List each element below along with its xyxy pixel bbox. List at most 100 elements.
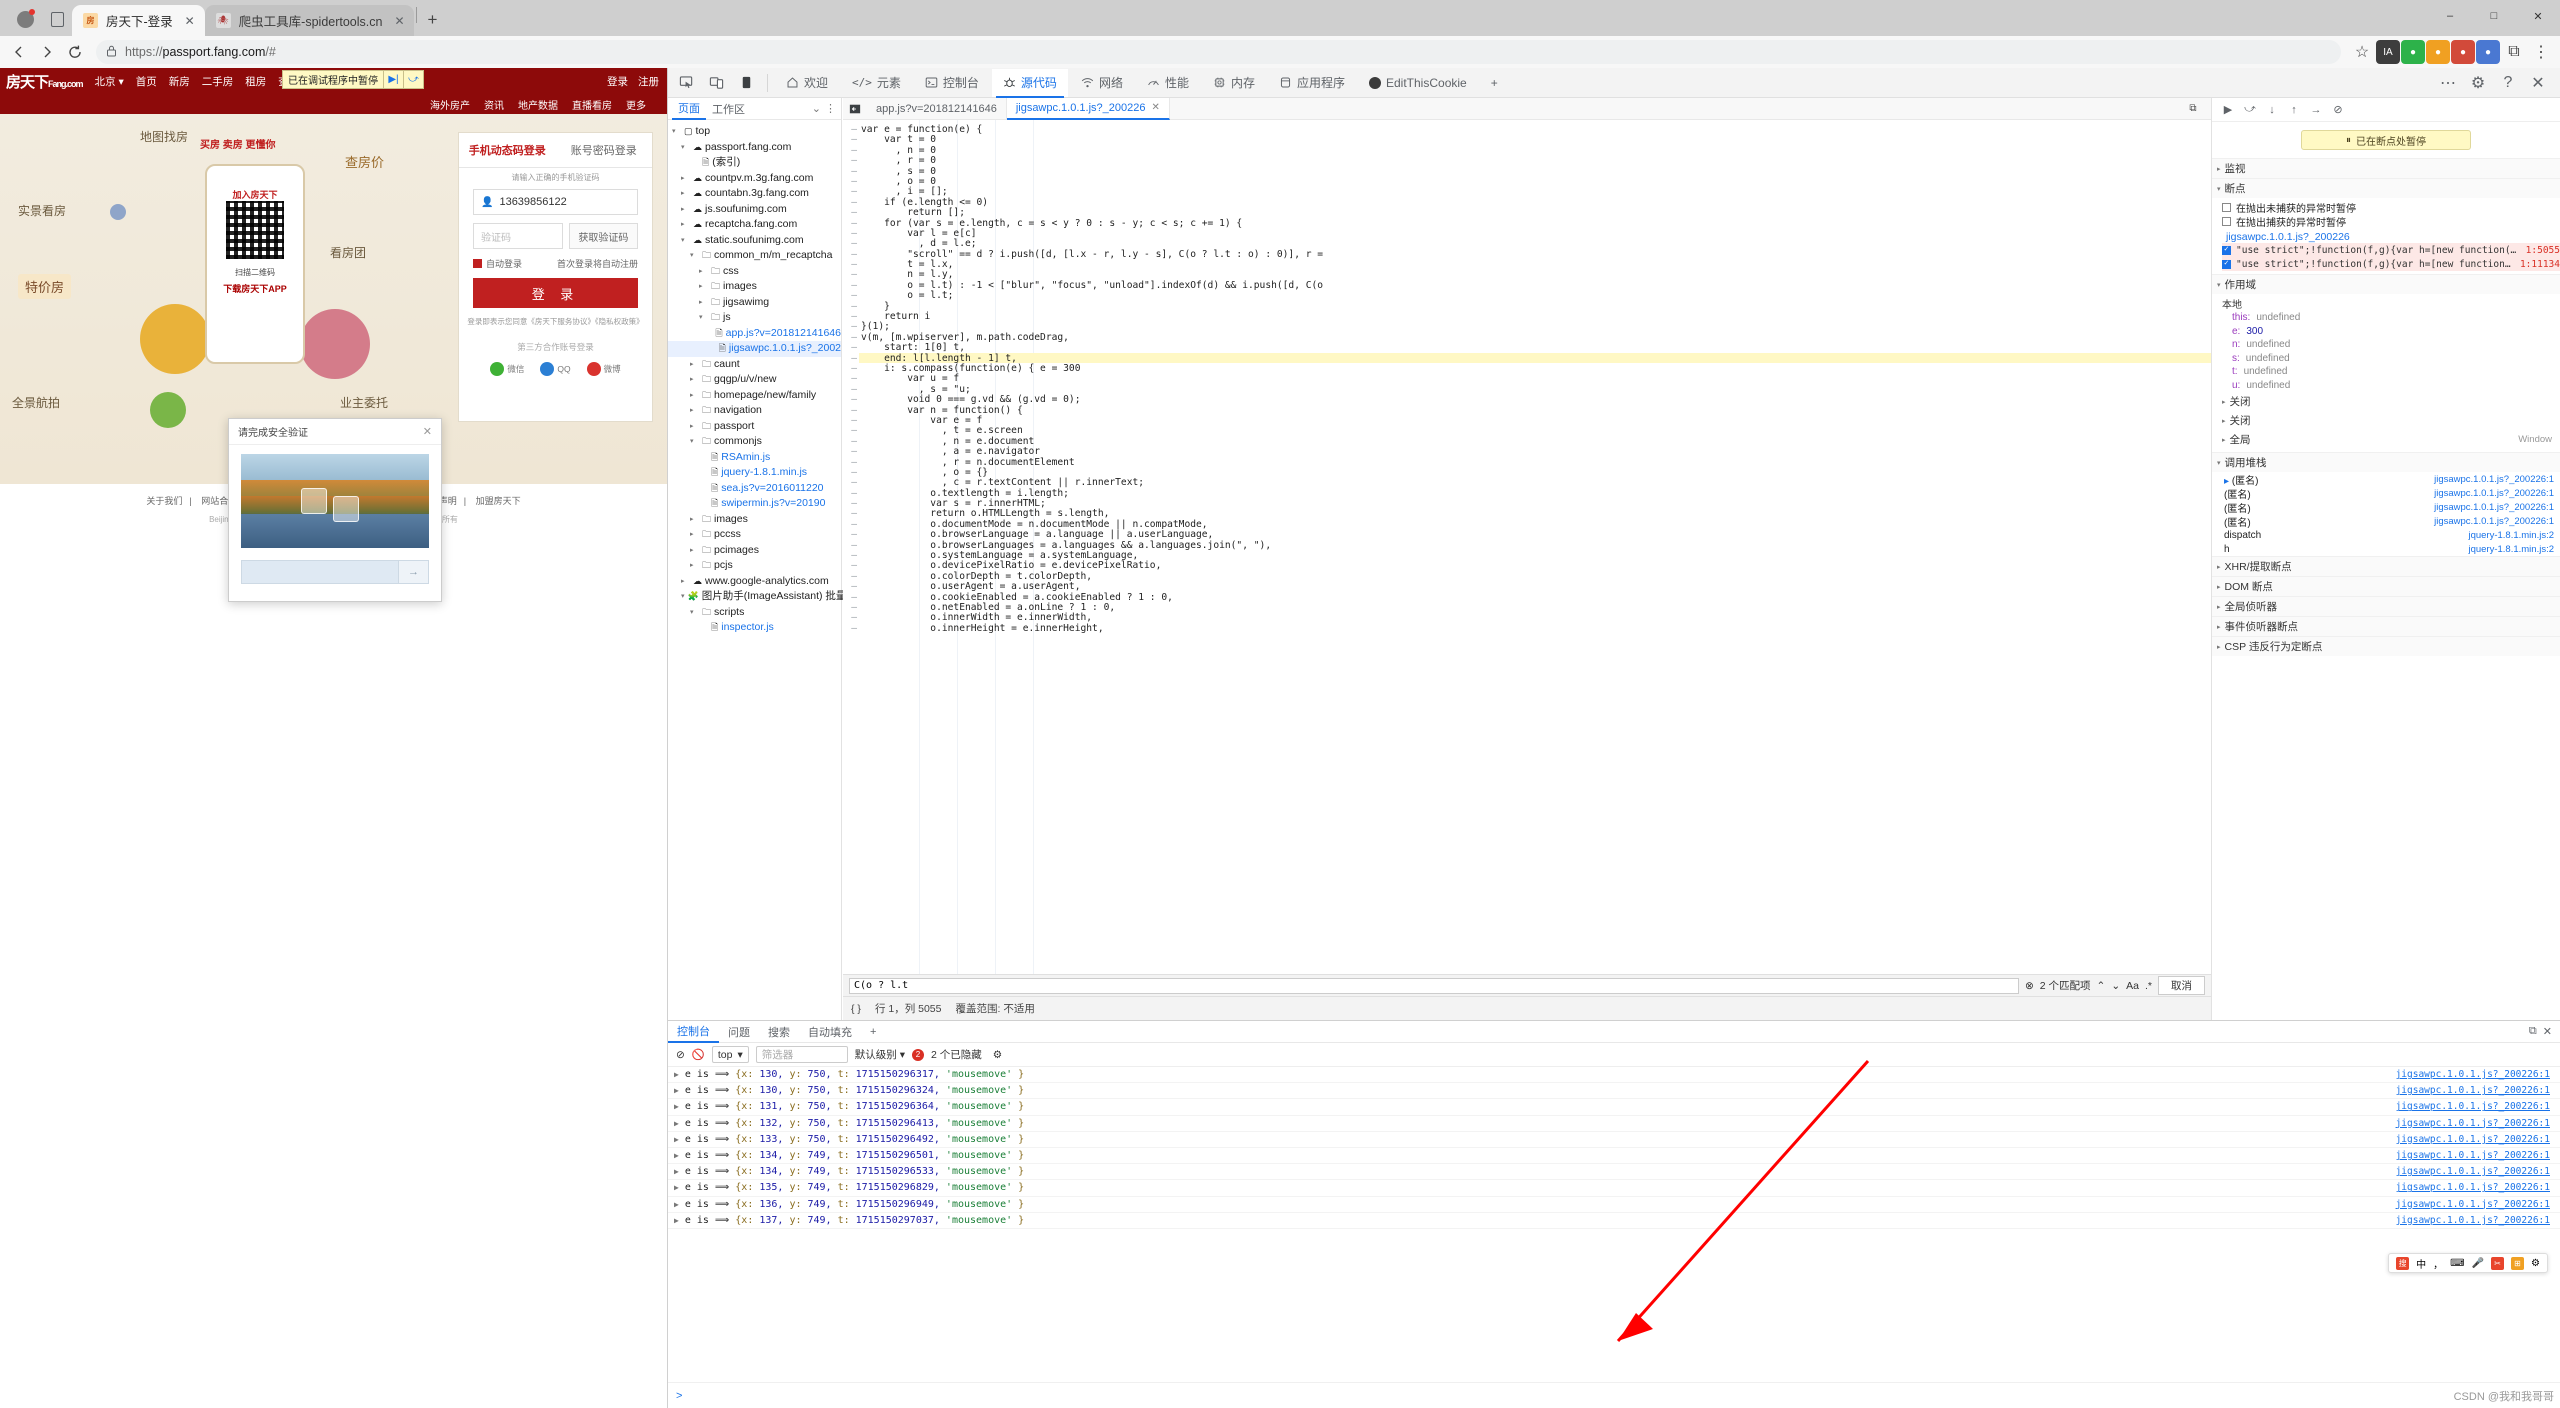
find-input[interactable]	[849, 977, 2019, 994]
tree-node[interactable]: ▸ 🗀 gqgp/u/v/new	[668, 372, 841, 388]
browser-tab-0[interactable]: 房 房天下-登录 ✕	[72, 5, 205, 36]
profile-avatar[interactable]	[8, 2, 42, 36]
tree-arrow-icon[interactable]: ▸	[681, 171, 690, 187]
line-number[interactable]: –	[843, 207, 859, 218]
nav2-item-2[interactable]: 地产数据	[518, 97, 558, 112]
hero-label-tour[interactable]: 看房团	[330, 244, 366, 261]
code-line[interactable]: , r = 0	[859, 155, 2211, 166]
line-number[interactable]: –	[843, 405, 859, 416]
line-number[interactable]: –	[843, 550, 859, 561]
add-panel-button[interactable]: +	[1480, 69, 1509, 97]
tree-arrow-icon[interactable]: ▸	[699, 279, 708, 295]
dock-side-icon[interactable]: ⧉	[2529, 1025, 2537, 1038]
tree-arrow-icon[interactable]: ▸	[699, 295, 708, 311]
register-link[interactable]: 注册	[638, 74, 659, 89]
log-source-link[interactable]: jigsawpc.1.0.1.js?_200226:1	[2396, 1085, 2560, 1096]
tab-close-icon[interactable]: ✕	[181, 12, 199, 30]
login-submit-button[interactable]: 登 录	[473, 278, 638, 308]
address-bar[interactable]: https://passport.fang.com/#	[96, 40, 2341, 64]
frame-source[interactable]: jigsawpc.1.0.1.js?_200226:1	[2434, 474, 2560, 485]
extension-blue-icon[interactable]: ●	[2476, 40, 2500, 64]
code-line[interactable]: o.browserLanguages = a.languages && a.la…	[859, 540, 2211, 551]
line-number[interactable]: –	[843, 280, 859, 291]
tree-arrow-icon[interactable]: ▸	[681, 202, 690, 218]
code-line[interactable]: , o = 0	[859, 176, 2211, 187]
line-number[interactable]: –	[843, 363, 859, 374]
regex-icon[interactable]: .*	[2145, 980, 2152, 992]
tree-node[interactable]: ▾ ☁ passport.fang.com	[668, 140, 841, 156]
code-line[interactable]: , d = l.e;	[859, 238, 2211, 249]
breakpoints-header[interactable]: ▾ 断点	[2212, 179, 2560, 198]
tree-arrow-icon[interactable]: ▸	[690, 512, 699, 528]
line-number[interactable]: –	[843, 415, 859, 426]
line-number[interactable]: –	[843, 301, 859, 312]
callstack-header[interactable]: ▾ 调用堆栈	[2212, 453, 2560, 472]
tree-node[interactable]: ▸ 🗀 pcjs	[668, 558, 841, 574]
tree-arrow-icon[interactable]: ▸	[690, 527, 699, 543]
login-link[interactable]: 登录	[607, 74, 628, 89]
code-line[interactable]: o.browserLanguage = a.language || a.user…	[859, 529, 2211, 540]
code-line[interactable]: return i	[859, 311, 2211, 322]
code-line[interactable]: , s = "u;	[859, 384, 2211, 395]
browser-tab-1[interactable]: 🕷 爬虫工具库-spidertools.cn ✕	[204, 5, 415, 36]
line-number[interactable]: –	[843, 425, 859, 436]
checkbox[interactable]	[2222, 216, 2231, 226]
line-number[interactable]: –	[843, 446, 859, 457]
step-out-icon[interactable]: ↑	[2284, 100, 2304, 120]
scope-variable[interactable]: u: undefined	[2232, 379, 2560, 393]
expand-arrow-icon[interactable]: ▶	[674, 1135, 679, 1144]
code-line[interactable]: , n = e.document	[859, 436, 2211, 447]
line-number[interactable]: –	[843, 560, 859, 571]
scope-variable[interactable]: e: 300	[2232, 325, 2560, 339]
navigator-tab-workspace[interactable]: 工作区	[706, 101, 751, 117]
closure-1[interactable]: ▸ 关闭	[2222, 392, 2560, 411]
console-log-row[interactable]: ▶ e is ⟹ {x: 132, y: 750, t: 1715150296413, 'mou…	[668, 1116, 2560, 1132]
tab-application[interactable]: 应用程序	[1268, 69, 1356, 97]
console-log-row[interactable]: ▶ e is ⟹ {x: 134, y: 749, t: 1715150296533, 'mou…	[668, 1164, 2560, 1181]
line-number[interactable]: –	[843, 384, 859, 395]
expand-arrow-icon[interactable]: ▶	[674, 1183, 679, 1192]
code-line[interactable]: , o = {}	[859, 467, 2211, 478]
hero-label-special[interactable]: 特价房	[18, 274, 72, 299]
console-log-row[interactable]: ▶ e is ⟹ {x: 136, y: 749, t: 1715150296949, 'mou…	[668, 1197, 2560, 1213]
drawer-tab-autofill[interactable]: 自动填充	[799, 1021, 861, 1043]
no-entry-icon[interactable]: 🚫	[692, 1048, 705, 1061]
context-selector[interactable]: top ▾	[711, 1046, 749, 1063]
hero-label-map[interactable]: 地图找房	[140, 128, 188, 145]
line-number[interactable]: –	[843, 259, 859, 270]
tab-password-login[interactable]: 账号密码登录	[556, 133, 653, 167]
tree-node[interactable]: ▸ 🗀 images	[668, 279, 841, 295]
expand-arrow-icon[interactable]: ▶	[674, 1102, 679, 1111]
browser-menu-icon[interactable]: ⋮	[2528, 39, 2554, 65]
breakpoint-item[interactable]: "use strict";!function(f,g){var h=[new f…	[2222, 243, 2560, 257]
code-line[interactable]: o = l.t) : -1 < ["blur", "focus", "unloa…	[859, 280, 2211, 291]
scope-variable[interactable]: n: undefined	[2232, 338, 2560, 352]
line-number[interactable]: –	[843, 145, 859, 156]
code-line[interactable]: start: 1[0] t,	[859, 342, 2211, 353]
tree-arrow-icon[interactable]: ▸	[690, 388, 699, 404]
nav2-item-1[interactable]: 资讯	[484, 97, 504, 112]
log-source-link[interactable]: jigsawpc.1.0.1.js?_200226:1	[2396, 1118, 2560, 1129]
tab-sms-login[interactable]: 手机动态码登录	[459, 133, 556, 167]
tree-node[interactable]: ▾ ▢ top	[668, 124, 841, 140]
line-number[interactable]: –	[843, 238, 859, 249]
tree-arrow-icon[interactable]: ▾	[690, 605, 699, 621]
login-qq[interactable]: QQ	[540, 362, 571, 376]
drawer-tab-console[interactable]: 控制台	[668, 1021, 719, 1043]
tree-arrow-icon[interactable]: ▾	[681, 233, 690, 249]
line-number[interactable]: –	[843, 249, 859, 260]
line-number[interactable]: –	[843, 228, 859, 239]
minimize-button[interactable]: –	[2428, 0, 2472, 32]
code-line[interactable]: for (var s = e.length, c = s < y ? 0 : s…	[859, 218, 2211, 229]
phone-field[interactable]: 👤 13639856122	[473, 189, 638, 215]
code-line[interactable]: "scroll" == d ? i.push([d, [l.x - r, l.y…	[859, 249, 2211, 260]
code-line[interactable]: , n = 0	[859, 145, 2211, 156]
tree-arrow-icon[interactable]: ▸	[690, 558, 699, 574]
callstack-frame[interactable]: dispatch jquery-1.8.1.min.js:2	[2212, 528, 2560, 542]
footer-link-0[interactable]: 关于我们	[146, 496, 182, 506]
console-log-row[interactable]: ▶ e is ⟹ {x: 131, y: 750, t: 1715150296364, 'mou…	[668, 1099, 2560, 1116]
line-number[interactable]: –	[843, 498, 859, 509]
callstack-frame[interactable]: (匿名) jigsawpc.1.0.1.js?_200226:1	[2212, 486, 2560, 501]
log-level-selector[interactable]: 默认级别 ▾	[855, 1047, 905, 1062]
tab-editthiscookie[interactable]: EditThisCookie	[1358, 69, 1478, 97]
